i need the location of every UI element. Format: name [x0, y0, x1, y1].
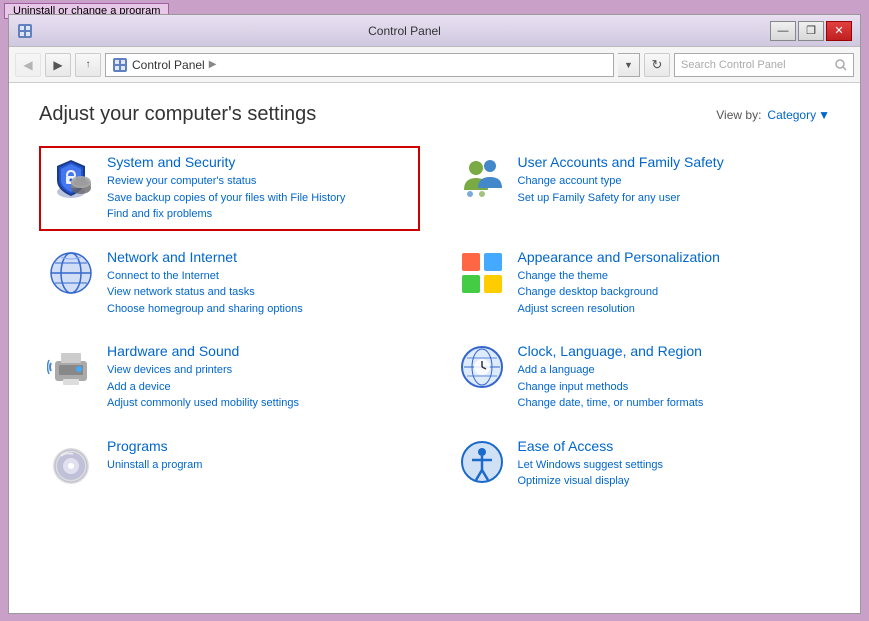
hardware-info: Hardware and Sound View devices and prin…: [107, 343, 412, 412]
ease-access-info: Ease of Access Let Windows suggest setti…: [518, 438, 823, 490]
up-button[interactable]: ↑: [75, 53, 101, 77]
restore-button[interactable]: ❐: [798, 21, 824, 41]
appearance-info: Appearance and Personalization Change th…: [518, 249, 823, 318]
panel-clock[interactable]: Clock, Language, and Region Add a langua…: [450, 335, 831, 420]
view-by-label: View by:: [716, 108, 761, 122]
programs-info: Programs Uninstall a program: [107, 438, 412, 474]
system-security-link-2[interactable]: Save backup copies of your files with Fi…: [107, 190, 412, 207]
clock-info: Clock, Language, and Region Add a langua…: [518, 343, 823, 412]
user-accounts-link-2[interactable]: Set up Family Safety for any user: [518, 190, 823, 207]
programs-title[interactable]: Programs: [107, 438, 412, 454]
system-security-link-3[interactable]: Find and fix problems: [107, 206, 412, 223]
hardware-title[interactable]: Hardware and Sound: [107, 343, 412, 359]
window-icon: [17, 23, 33, 39]
panel-user-accounts[interactable]: User Accounts and Family Safety Change a…: [450, 146, 831, 231]
network-icon: [47, 249, 95, 297]
clock-icon: [458, 343, 506, 391]
clock-link-2[interactable]: Change input methods: [518, 379, 823, 396]
clock-link-1[interactable]: Add a language: [518, 362, 823, 379]
clock-link-3[interactable]: Change date, time, or number formats: [518, 395, 823, 412]
hardware-link-3[interactable]: Adjust commonly used mobility settings: [107, 395, 412, 412]
back-button[interactable]: ◀: [15, 53, 41, 77]
page-header: Adjust your computer's settings View by:…: [39, 103, 830, 126]
search-icon: [835, 59, 847, 71]
search-box[interactable]: Search Control Panel: [674, 53, 854, 77]
programs-icon: [47, 438, 95, 486]
panel-ease-access[interactable]: Ease of Access Let Windows suggest setti…: [450, 430, 831, 498]
panels-grid: System and Security Review your computer…: [39, 146, 830, 498]
forward-button[interactable]: ▶: [45, 53, 71, 77]
address-dropdown[interactable]: ▼: [618, 53, 640, 77]
ease-access-link-2[interactable]: Optimize visual display: [518, 473, 823, 490]
ease-access-icon: [458, 438, 506, 486]
panel-network[interactable]: Network and Internet Connect to the Inte…: [39, 241, 420, 326]
hardware-icon: [47, 343, 95, 391]
system-security-info: System and Security Review your computer…: [107, 154, 412, 223]
page-title: Adjust your computer's settings: [39, 103, 316, 126]
system-security-icon: [47, 154, 95, 202]
content-area: Adjust your computer's settings View by:…: [9, 83, 860, 613]
control-panel-window: Control Panel — ❐ ✕ ◀ ▶ ↑ Control Panel …: [8, 14, 861, 614]
refresh-button[interactable]: ↻: [644, 53, 670, 77]
network-info: Network and Internet Connect to the Inte…: [107, 249, 412, 318]
address-bar: ◀ ▶ ↑ Control Panel ▶ ▼ ↻ Search Control…: [9, 47, 860, 83]
window-title: Control Panel: [39, 24, 770, 38]
control-panel-address-icon: [112, 57, 128, 73]
network-link-2[interactable]: View network status and tasks: [107, 284, 412, 301]
panel-programs[interactable]: Programs Uninstall a program: [39, 430, 420, 498]
title-bar: Control Panel — ❐ ✕: [9, 15, 860, 47]
network-link-1[interactable]: Connect to the Internet: [107, 268, 412, 285]
search-placeholder: Search Control Panel: [681, 59, 786, 71]
appearance-icon: [458, 249, 506, 297]
minimize-button[interactable]: —: [770, 21, 796, 41]
panel-hardware[interactable]: Hardware and Sound View devices and prin…: [39, 335, 420, 420]
hardware-link-1[interactable]: View devices and printers: [107, 362, 412, 379]
user-accounts-link-1[interactable]: Change account type: [518, 173, 823, 190]
panel-appearance[interactable]: Appearance and Personalization Change th…: [450, 241, 831, 326]
appearance-link-1[interactable]: Change the theme: [518, 268, 823, 285]
network-link-3[interactable]: Choose homegroup and sharing options: [107, 301, 412, 318]
address-separator: ▶: [209, 59, 217, 70]
user-accounts-icon: [458, 154, 506, 202]
hardware-link-2[interactable]: Add a device: [107, 379, 412, 396]
view-by-dropdown[interactable]: Category ▼: [767, 108, 830, 122]
network-title[interactable]: Network and Internet: [107, 249, 412, 265]
view-by-control: View by: Category ▼: [716, 108, 830, 122]
panel-system-security[interactable]: System and Security Review your computer…: [39, 146, 420, 231]
appearance-link-2[interactable]: Change desktop background: [518, 284, 823, 301]
system-security-title[interactable]: System and Security: [107, 154, 412, 170]
user-accounts-info: User Accounts and Family Safety Change a…: [518, 154, 823, 206]
user-accounts-title[interactable]: User Accounts and Family Safety: [518, 154, 823, 170]
ease-access-link-1[interactable]: Let Windows suggest settings: [518, 457, 823, 474]
window-controls: — ❐ ✕: [770, 21, 852, 41]
address-field[interactable]: Control Panel ▶: [105, 53, 614, 77]
appearance-link-3[interactable]: Adjust screen resolution: [518, 301, 823, 318]
programs-link-1[interactable]: Uninstall a program: [107, 457, 412, 474]
clock-title[interactable]: Clock, Language, and Region: [518, 343, 823, 359]
system-security-link-1[interactable]: Review your computer's status: [107, 173, 412, 190]
ease-access-title[interactable]: Ease of Access: [518, 438, 823, 454]
appearance-title[interactable]: Appearance and Personalization: [518, 249, 823, 265]
close-button[interactable]: ✕: [826, 21, 852, 41]
address-path: Control Panel: [132, 58, 205, 72]
